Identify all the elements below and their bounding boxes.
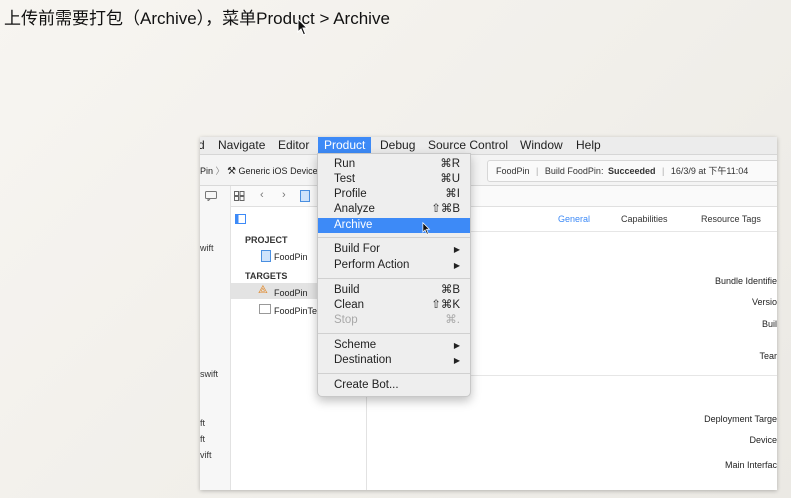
menu-item-build[interactable]: Build ⌘B [318, 283, 470, 298]
activity-status: FoodPin | Build FoodPin: Succeeded | 16/… [487, 160, 777, 182]
label-build: Buil [761, 319, 777, 329]
forward-arrow-icon[interactable]: › [282, 189, 286, 201]
menu-separator [318, 373, 470, 374]
project-header: PROJECT [245, 235, 288, 245]
menu-navigate[interactable]: Navigate [218, 138, 265, 152]
scheme-name: Pin [200, 166, 214, 176]
menu-window[interactable]: Window [520, 138, 563, 152]
xcode-screenshot: d Navigate Editor Product Debug Source C… [200, 137, 777, 490]
menu-item-shortcut: ⌘B [440, 284, 460, 296]
label-deployment-target: Deployment Targe [704, 414, 777, 424]
file-item[interactable]: ft [200, 434, 205, 444]
menu-debug[interactable]: Debug [380, 138, 415, 152]
menu-help[interactable]: Help [576, 138, 601, 152]
status-app: FoodPin [496, 166, 530, 176]
file-item[interactable]: ft [200, 418, 205, 428]
menu-item-profile[interactable]: Profile ⌘I [318, 187, 470, 202]
hammer-icon: ⚒ [227, 166, 237, 177]
menu-item-stop: Stop ⌘. [318, 313, 470, 328]
menu-item-test[interactable]: Test ⌘U [318, 172, 470, 187]
menu-item-label: Build [334, 284, 360, 296]
menu-item-label: Analyze [334, 203, 375, 215]
chevron-right-icon: 〉 [215, 166, 225, 176]
mouse-cursor-icon [422, 222, 431, 235]
menu-item-shortcut: ⌘. [445, 314, 460, 326]
menu-item-label: Test [334, 173, 356, 185]
menu-editor[interactable]: Editor [278, 138, 309, 152]
test-target-icon [259, 304, 271, 314]
file-navigator: wift swift ft ft vift [200, 186, 231, 490]
menu-separator [318, 278, 470, 279]
menu-item-run[interactable]: Run ⌘R [318, 157, 470, 172]
menu-separator [318, 333, 470, 334]
label-version: Versio [751, 297, 777, 307]
menu-item-label: Destination [334, 354, 392, 366]
status-build-prefix: Build FoodPin: [544, 166, 604, 176]
file-item[interactable]: swift [200, 369, 218, 379]
menu-item-perform-action[interactable]: Perform Action ▶ [318, 258, 470, 273]
file-item[interactable]: vift [200, 450, 212, 460]
status-time: 16/3/9 at 下午11:04 [670, 166, 749, 176]
slide-caption: 上传前需要打包（Archive），菜单Product > Archive [4, 9, 390, 28]
menu-item-clean[interactable]: Clean ⇧⌘K [318, 298, 470, 313]
target-item-foodpin[interactable]: FoodPin [274, 288, 308, 298]
menu-product[interactable]: Product [318, 137, 372, 154]
menu-item-shortcut: ⇧⌘B [431, 203, 460, 215]
menu-bar: d Navigate Editor Product Debug Source C… [200, 137, 777, 155]
menu-item-label: Scheme [334, 339, 377, 351]
sidebar-toggle-icon[interactable] [235, 214, 246, 224]
device-name: Generic iOS Device [238, 166, 318, 176]
toolbar: Pin 〉 ⚒ Generic iOS Device FoodPin | Bui… [200, 155, 777, 186]
menu-item-shortcut: ⌘I [445, 188, 460, 200]
menu-item-label: Perform Action [334, 259, 410, 271]
menu-item-analyze[interactable]: Analyze ⇧⌘B [318, 202, 470, 217]
submenu-arrow-icon: ▶ [453, 356, 460, 365]
status-divider-2: | [662, 166, 665, 176]
project-file-icon [261, 250, 271, 262]
tab-capabilities[interactable]: Capabilities [621, 214, 668, 224]
menu-item-archive[interactable]: Archive [318, 218, 470, 235]
menu-item-shortcut: ⌘R [440, 158, 460, 170]
menu-item-build-for[interactable]: Build For ▶ [318, 242, 470, 257]
grid-icon[interactable] [234, 191, 245, 201]
scheme-selector[interactable]: Pin 〉 ⚒ Generic iOS Device [200, 164, 318, 177]
submenu-arrow-icon: ▶ [453, 341, 460, 350]
menu-item-label: Stop [334, 314, 358, 326]
menu-item-label: Clean [334, 299, 365, 311]
menu-item-label: Run [334, 158, 356, 170]
menu-item-label: Archive [334, 219, 373, 231]
back-arrow-icon[interactable]: ‹ [260, 189, 264, 201]
menu-item-shortcut: ⇧⌘K [431, 299, 460, 311]
targets-header: TARGETS [245, 271, 288, 281]
comment-icon[interactable] [205, 191, 217, 201]
mouse-cursor-icon [297, 18, 309, 36]
label-team: Tear [759, 351, 777, 361]
file-item[interactable]: wift [200, 243, 214, 253]
label-bundle-identifier: Bundle Identifie [714, 276, 777, 286]
menu-source-control[interactable]: Source Control [428, 138, 508, 152]
menu-item-scheme[interactable]: Scheme ▶ [318, 338, 470, 353]
tab-resource-tags[interactable]: Resource Tags [701, 214, 761, 224]
jump-bar: ‹ › [200, 186, 777, 207]
menu-separator [318, 237, 470, 238]
menu-item-label: Build For [334, 243, 381, 255]
app-target-icon: ⟁ [258, 284, 268, 296]
label-main-interface: Main Interfac [724, 460, 777, 470]
status-build-result: Succeeded [607, 166, 656, 176]
menu-item-label: Profile [334, 188, 367, 200]
menu-file-partial[interactable]: d [200, 138, 205, 152]
label-devices: Device [749, 435, 777, 445]
project-item[interactable]: FoodPin [274, 252, 308, 262]
target-item-tests[interactable]: FoodPinTe [274, 306, 317, 316]
submenu-arrow-icon: ▶ [453, 261, 460, 270]
status-divider: | [536, 166, 539, 176]
product-menu: Run ⌘R Test ⌘U Profile ⌘I Analyze ⇧⌘B Ar… [317, 153, 471, 397]
tab-general[interactable]: General [558, 214, 590, 224]
submenu-arrow-icon: ▶ [453, 245, 460, 254]
menu-item-destination[interactable]: Destination ▶ [318, 353, 470, 368]
project-file-icon[interactable] [300, 190, 310, 202]
menu-item-label: Create Bot... [334, 379, 399, 391]
menu-item-shortcut: ⌘U [440, 173, 460, 185]
menu-item-create-bot[interactable]: Create Bot... [318, 378, 470, 393]
